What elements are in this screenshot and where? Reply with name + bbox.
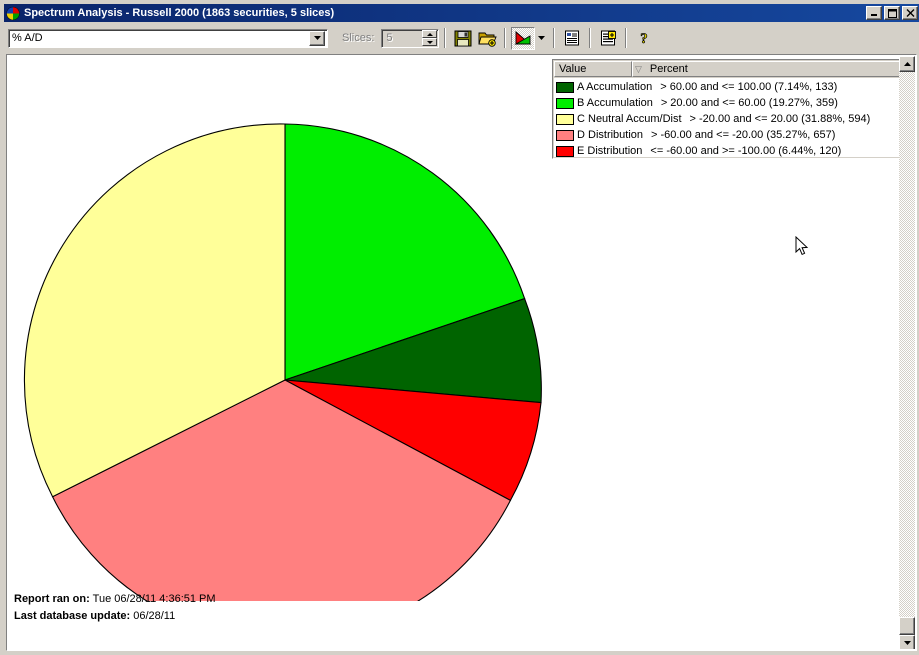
last-update-label: Last database update: bbox=[14, 610, 131, 622]
legend-swatch-b bbox=[556, 97, 574, 109]
legend-swatch-e bbox=[556, 145, 574, 157]
legend-panel: Value ▽ Percent A Accumulation > 60.00 a… bbox=[552, 59, 914, 159]
slices-label: Slices: bbox=[342, 32, 375, 44]
svg-text:?: ? bbox=[641, 31, 649, 46]
legend-label-b: B Accumulation bbox=[577, 97, 653, 109]
legend-range-e: <= -60.00 and >= -100.00 (6.44%, 120) bbox=[650, 145, 842, 157]
metric-select-value: % A/D bbox=[12, 32, 43, 44]
help-button[interactable]: ? bbox=[632, 26, 657, 50]
last-update-value: 06/28/11 bbox=[133, 610, 176, 622]
legend-range-c: > -20.00 and <= 20.00 (31.88%, 594) bbox=[689, 113, 871, 125]
slices-stepper[interactable]: 5 bbox=[381, 28, 440, 48]
legend-column-percent-label: Percent bbox=[649, 63, 688, 75]
legend-item[interactable]: D Distribution > -60.00 and <= -20.00 (3… bbox=[554, 127, 912, 143]
pie-chart-svg bbox=[23, 123, 542, 641]
report-ran-line: Report ran on: Tue 06/28/11 4:36:51 PM bbox=[14, 591, 216, 608]
legend-swatch-a bbox=[556, 81, 574, 93]
window-title: Spectrum Analysis - Russell 2000 (1863 s… bbox=[24, 7, 335, 19]
slices-spin-buttons bbox=[422, 30, 438, 46]
toolbar-separator bbox=[553, 28, 556, 48]
last-update-line: Last database update: 06/28/11 bbox=[14, 608, 216, 625]
legend-item[interactable]: B Accumulation > 20.00 and <= 60.00 (19.… bbox=[554, 95, 912, 111]
slices-increment-button[interactable] bbox=[422, 30, 438, 38]
document-area: Value ▽ Percent A Accumulation > 60.00 a… bbox=[6, 54, 917, 651]
legend-swatch-c bbox=[556, 113, 574, 125]
toolbar-separator bbox=[444, 28, 447, 48]
legend-item[interactable]: A Accumulation > 60.00 and <= 100.00 (7.… bbox=[554, 79, 912, 95]
scrollbar-track[interactable] bbox=[899, 72, 915, 617]
legend-label-d: D Distribution bbox=[577, 129, 644, 141]
legend-swatch-d bbox=[556, 129, 574, 141]
chevron-down-icon[interactable] bbox=[309, 30, 325, 46]
toolbar-separator bbox=[625, 28, 628, 48]
slices-decrement-button[interactable] bbox=[422, 38, 438, 46]
report-add-button[interactable] bbox=[596, 26, 621, 50]
report-ran-value: Tue 06/28/11 4:36:51 PM bbox=[92, 593, 216, 605]
pie-chart-view-button[interactable] bbox=[511, 26, 536, 50]
legend-label-c: C Neutral Accum/Dist bbox=[577, 113, 682, 125]
window-controls bbox=[866, 6, 918, 20]
report-ran-label: Report ran on: bbox=[14, 593, 90, 605]
save-button[interactable] bbox=[451, 26, 476, 50]
chart-type-dropdown-button[interactable] bbox=[535, 26, 549, 50]
legend-range-a: > 60.00 and <= 100.00 (7.14%, 133) bbox=[660, 81, 838, 93]
legend-column-value-label: Value bbox=[559, 63, 587, 75]
scroll-up-button[interactable] bbox=[899, 56, 915, 72]
legend-range-d: > -60.00 and <= -20.00 (35.27%, 657) bbox=[651, 129, 836, 141]
legend-label-a: A Accumulation bbox=[577, 81, 653, 93]
scroll-down-button[interactable] bbox=[899, 635, 915, 649]
toolbar-separator bbox=[589, 28, 592, 48]
legend-label-e: E Distribution bbox=[577, 145, 643, 157]
minimize-button[interactable] bbox=[866, 6, 882, 20]
slices-value: 5 bbox=[386, 32, 393, 44]
application-window: Spectrum Analysis - Russell 2000 (1863 s… bbox=[0, 0, 919, 655]
metric-select[interactable]: % A/D bbox=[8, 28, 328, 48]
sort-descending-icon: ▽ bbox=[635, 63, 642, 74]
toolbar-separator bbox=[504, 28, 507, 48]
maximize-button[interactable] bbox=[884, 6, 900, 20]
pie-chart-icon bbox=[5, 6, 21, 21]
legend-column-value[interactable]: Value bbox=[554, 61, 632, 77]
legend-column-percent[interactable]: ▽ Percent bbox=[632, 61, 912, 77]
report-footer: Report ran on: Tue 06/28/11 4:36:51 PM L… bbox=[14, 591, 216, 625]
title-bar: Spectrum Analysis - Russell 2000 (1863 s… bbox=[4, 4, 919, 22]
legend-item[interactable]: C Neutral Accum/Dist > -20.00 and <= 20.… bbox=[554, 111, 912, 127]
legend-range-b: > 20.00 and <= 60.00 (19.27%, 359) bbox=[660, 97, 838, 109]
close-button[interactable] bbox=[902, 6, 918, 20]
legend-item[interactable]: E Distribution <= -60.00 and >= -100.00 … bbox=[554, 143, 912, 159]
vertical-scrollbar[interactable] bbox=[899, 56, 915, 649]
open-add-button[interactable] bbox=[475, 26, 500, 50]
legend-rows: A Accumulation > 60.00 and <= 100.00 (7.… bbox=[554, 77, 912, 157]
scrollbar-thumb[interactable] bbox=[899, 617, 915, 635]
pie-chart bbox=[8, 56, 568, 641]
toolbar: % A/D Slices: 5 ? bbox=[4, 24, 919, 52]
report-view-button[interactable] bbox=[560, 26, 585, 50]
legend-header: Value ▽ Percent bbox=[554, 61, 912, 77]
